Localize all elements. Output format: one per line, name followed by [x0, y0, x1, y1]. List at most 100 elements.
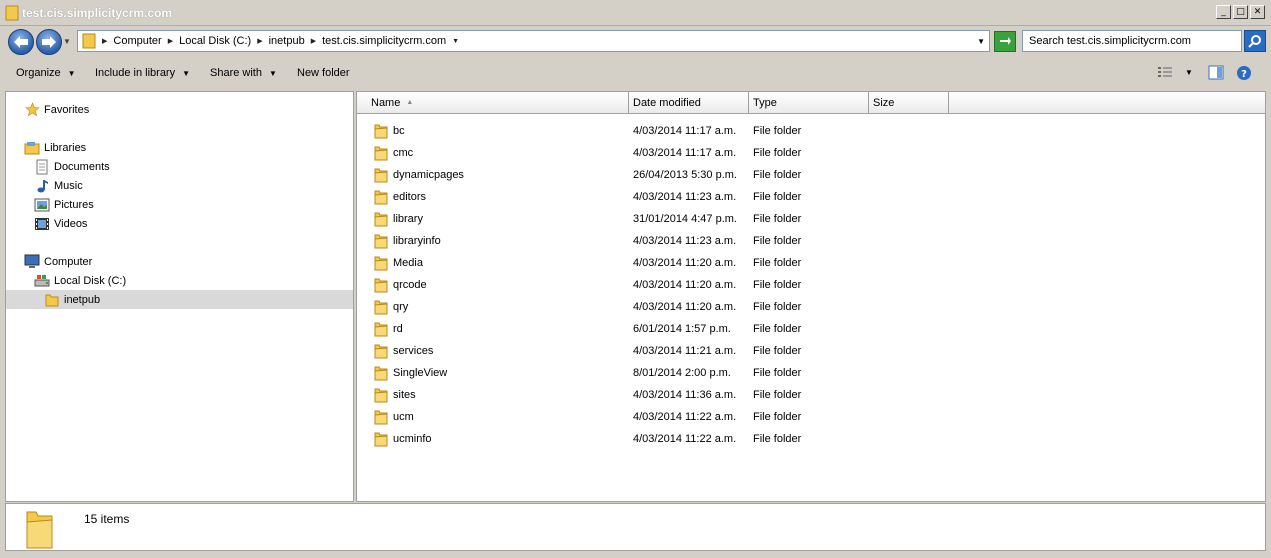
table-row[interactable]: qrcode 4/03/2014 11:20 a.m. File folder: [357, 274, 1265, 296]
breadcrumb-separator-icon[interactable]: ▶: [311, 37, 316, 45]
view-dropdown-icon[interactable]: ▼: [1185, 68, 1193, 77]
details-pane: 15 items: [5, 503, 1266, 551]
maximize-button[interactable]: □: [1233, 5, 1248, 19]
folder-icon: [374, 211, 388, 230]
file-date-modified: 4/03/2014 11:22 a.m.: [633, 411, 737, 423]
breadcrumb-computer[interactable]: Computer: [113, 35, 161, 47]
new-folder-label: New folder: [297, 67, 350, 79]
preview-pane-button[interactable]: [1208, 65, 1224, 83]
table-row[interactable]: dynamicpages 26/04/2013 5:30 p.m. File fol…: [357, 164, 1265, 186]
nav-inetpub[interactable]: inetpub: [44, 290, 100, 309]
nav-favorites[interactable]: Favorites: [24, 100, 89, 119]
file-date-modified: 4/03/2014 11:36 a.m.: [633, 389, 737, 401]
nav-computer[interactable]: Computer: [24, 252, 92, 271]
nav-videos[interactable]: Videos: [34, 214, 87, 233]
breadcrumb-separator-icon[interactable]: ▼: [452, 38, 459, 45]
table-row[interactable]: qry 4/03/2014 11:20 a.m. File folder: [357, 296, 1265, 318]
nav-libraries[interactable]: Libraries: [24, 138, 86, 157]
address-bar[interactable]: ▶ Computer ▶ Local Disk (C:) ▶ inetpub ▶…: [77, 30, 990, 52]
music-icon: [34, 178, 50, 194]
search-button[interactable]: [1244, 30, 1266, 52]
recent-pages-dropdown[interactable]: ▼: [63, 37, 71, 46]
file-name: ucminfo: [393, 433, 432, 445]
column-header-name[interactable]: Name ▲: [357, 92, 629, 114]
folder-icon: [374, 233, 388, 252]
column-size-label: Size: [873, 97, 895, 109]
nav-documents[interactable]: Documents: [34, 157, 110, 176]
nav-music[interactable]: Music: [34, 176, 83, 195]
folder-icon: [374, 387, 388, 406]
close-button[interactable]: ✕: [1250, 5, 1265, 19]
sort-ascending-icon: ▲: [406, 99, 414, 106]
table-row[interactable]: sites 4/03/2014 11:36 a.m. File folder: [357, 384, 1265, 406]
table-row[interactable]: bc 4/03/2014 11:17 a.m. File folder: [357, 120, 1265, 142]
search-input[interactable]: Search test.cis.simplicitycrm.com: [1022, 30, 1242, 52]
breadcrumb-current-folder[interactable]: test.cis.simplicitycrm.com: [322, 35, 446, 47]
preview-pane-icon: [1208, 65, 1224, 80]
file-date-modified: 4/03/2014 11:17 a.m.: [633, 125, 737, 137]
column-header-size[interactable]: Size: [869, 92, 949, 114]
include-in-library-label: Include in library: [95, 67, 176, 79]
table-row[interactable]: services 4/03/2014 11:21 a.m. File folder: [357, 340, 1265, 362]
file-date-modified: 4/03/2014 11:17 a.m.: [633, 147, 737, 159]
table-row[interactable]: rd 6/01/2014 1:57 p.m. File folder: [357, 318, 1265, 340]
table-row[interactable]: libraryinfo 4/03/2014 11:23 a.m. File fold…: [357, 230, 1265, 252]
breadcrumb-local-disk[interactable]: Local Disk (C:): [179, 35, 251, 47]
file-type: File folder: [753, 389, 802, 401]
new-folder-button[interactable]: New folder: [297, 67, 350, 79]
folder-icon: [374, 299, 388, 318]
column-header-date-modified[interactable]: Date modified: [629, 92, 749, 114]
folder-icon: [374, 431, 388, 450]
table-row[interactable]: ucminfo 4/03/2014 11:22 a.m. File folder: [357, 428, 1265, 450]
back-button[interactable]: [8, 29, 34, 55]
file-name: sites: [393, 389, 416, 401]
file-type: File folder: [753, 257, 802, 269]
folder-icon: [374, 167, 388, 186]
table-row[interactable]: SingleView 8/01/2014 2:00 p.m. File folder: [357, 362, 1265, 384]
file-date-modified: 6/01/2014 1:57 p.m.: [633, 323, 731, 335]
folder-icon: [44, 292, 60, 308]
file-name: bc: [393, 125, 405, 137]
table-row[interactable]: editors 4/03/2014 11:23 a.m. File folder: [357, 186, 1265, 208]
file-type: File folder: [753, 433, 802, 445]
address-dropdown-icon[interactable]: ▼: [977, 37, 985, 46]
minimize-button[interactable]: _: [1216, 5, 1231, 19]
breadcrumb-separator-icon[interactable]: ▶: [102, 37, 107, 45]
nav-pictures-label: Pictures: [54, 198, 94, 211]
nav-pictures[interactable]: Pictures: [34, 195, 94, 214]
table-row[interactable]: ucm 4/03/2014 11:22 a.m. File folder: [357, 406, 1265, 428]
breadcrumb-separator-icon[interactable]: ▶: [168, 37, 173, 45]
include-in-library-button[interactable]: Include in library ▼: [95, 67, 190, 79]
file-list: Name ▲ Date modified Type Size bc 4/03/201…: [356, 91, 1266, 502]
column-header-type[interactable]: Type: [749, 92, 869, 114]
breadcrumb: ▶ Computer ▶ Local Disk (C:) ▶ inetpub ▶…: [98, 35, 465, 47]
table-row[interactable]: cmc 4/03/2014 11:17 a.m. File folder: [357, 142, 1265, 164]
file-type: File folder: [753, 147, 802, 159]
column-type-label: Type: [753, 97, 777, 109]
table-row[interactable]: library 31/01/2014 4:47 p.m. File folder: [357, 208, 1265, 230]
nav-videos-label: Videos: [54, 217, 88, 230]
refresh-button[interactable]: [994, 31, 1016, 52]
nav-documents-label: Documents: [54, 160, 110, 173]
file-name: qrcode: [393, 279, 427, 291]
table-row[interactable]: Media 4/03/2014 11:20 a.m. File folder: [357, 252, 1265, 274]
file-type: File folder: [753, 235, 802, 247]
organize-button[interactable]: Organize ▼: [16, 67, 76, 79]
help-button[interactable]: ?: [1236, 65, 1252, 84]
file-name: cmc: [393, 147, 414, 159]
nav-local-disk[interactable]: Local Disk (C:): [34, 271, 126, 290]
breadcrumb-inetpub[interactable]: inetpub: [269, 35, 305, 47]
forward-button[interactable]: [36, 29, 62, 55]
chevron-down-icon: ▼: [268, 68, 277, 78]
file-type: File folder: [753, 279, 802, 291]
file-date-modified: 4/03/2014 11:20 a.m.: [633, 301, 737, 313]
folder-icon: [374, 277, 388, 296]
breadcrumb-separator-icon[interactable]: ▶: [257, 37, 262, 45]
address-bar-row: ▼ ▶ Computer ▶ Local Disk (C:) ▶ inetpub…: [0, 27, 1271, 57]
view-options-button[interactable]: [1157, 65, 1173, 82]
folder-icon: [374, 321, 388, 340]
navigation-pane: Favorites Libraries Documents Music Pict…: [5, 91, 354, 502]
share-with-button[interactable]: Share with ▼: [210, 67, 277, 79]
file-type: File folder: [753, 367, 802, 379]
file-date-modified: 4/03/2014 11:23 a.m.: [633, 191, 737, 203]
